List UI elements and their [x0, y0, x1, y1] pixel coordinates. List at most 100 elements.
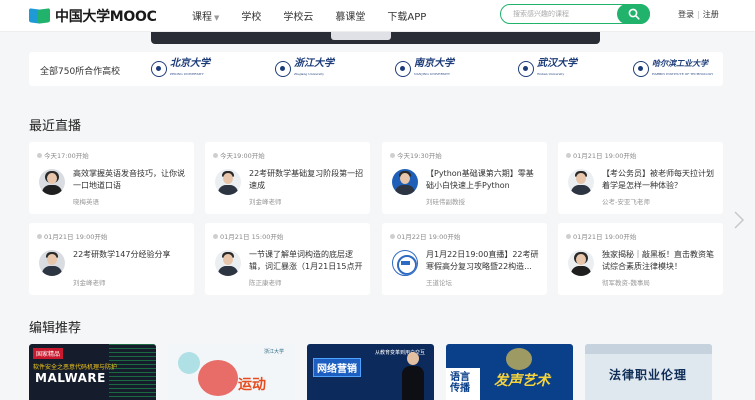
avatar	[39, 250, 65, 276]
pick-card[interactable]: 浙江大学 运动	[168, 344, 295, 400]
nav-item-schools[interactable]: 学校	[241, 8, 261, 23]
live-start-time: 今天19:00开始	[213, 150, 265, 160]
avatar	[215, 250, 241, 276]
live-author: 公考-安亚飞老师	[602, 198, 650, 206]
live-title: 高效掌握英语发音技巧，让你说一口地道口语	[73, 169, 185, 190]
live-card[interactable]: 01月22日 19:00开始 月1月22日19:00直播】22考研寒假高分复习攻…	[382, 223, 547, 295]
presenter-image	[402, 352, 424, 400]
live-start-time: 01月21日 19:00开始	[566, 231, 636, 241]
logo-text: 中国大学MOOC	[55, 9, 157, 25]
live-title: 一节课了解单词构造的底层逻辑，词汇暴涨（1月21日15点开	[249, 250, 363, 271]
code-background	[109, 344, 156, 400]
live-status-dot-icon	[37, 153, 42, 158]
live-status-dot-icon	[213, 153, 218, 158]
pick-card[interactable]: 法律职业伦理	[585, 344, 712, 400]
university-en-name: PEKING UNIVERSITY	[170, 72, 204, 76]
title-box: 语言传播	[446, 368, 480, 400]
university-badge: 浙江大学	[264, 349, 285, 355]
nav-item-school-cloud[interactable]: 学校云	[283, 8, 313, 23]
live-author: 陈正康老师	[249, 279, 282, 287]
pick-card[interactable]: 网络营销 从教育变革到用户交互	[307, 344, 434, 400]
university-logo-pku[interactable]: 北京大学 PEKING UNIVERSITY	[151, 58, 210, 78]
live-start-time: 01月22日 19:00开始	[390, 231, 460, 241]
live-card[interactable]: 01月21日 19:00开始 【考公务员】被老师每天拉计划着学是怎样一种体验？ …	[558, 142, 723, 214]
live-status-dot-icon	[390, 234, 395, 239]
avatar	[39, 169, 65, 195]
university-seal-icon	[395, 61, 411, 77]
partner-count-link[interactable]: 全部750所合作高校	[40, 64, 120, 77]
live-author: 王道论坛	[426, 279, 452, 287]
banner-highlight	[331, 32, 391, 40]
pick-title: 运动	[238, 377, 266, 393]
live-card[interactable]: 01月21日 19:00开始 22考研数学147分经验分享 刘金峰老师	[29, 223, 194, 295]
heart-illustration-icon	[198, 360, 238, 396]
live-start-time: 01月21日 19:00开始	[566, 150, 636, 160]
auth-separator: |	[697, 10, 700, 19]
university-logo-hit[interactable]: 哈尔滨工业大学 HARBIN INSTITUTE OF TECHNOLOGY	[633, 58, 714, 78]
university-en-name: HARBIN INSTITUTE OF TECHNOLOGY	[652, 72, 714, 76]
pick-card[interactable]: 语言传播 发声艺术	[446, 344, 573, 400]
banner-carousel[interactable]	[151, 32, 600, 44]
live-card[interactable]: 01月21日 15:00开始 一节课了解单词构造的底层逻辑，词汇暴涨（1月21日…	[205, 223, 370, 295]
live-status-dot-icon	[566, 234, 571, 239]
partner-universities-bar: 全部750所合作高校 北京大学 PEKING UNIVERSITY 浙江大学 Zhe…	[29, 52, 723, 86]
top-header: 中国大学MOOC 课程▼ 学校 学校云 慕课堂 下载APP 登录|注册	[0, 0, 755, 32]
decor-strip	[585, 344, 712, 354]
main-nav: 课程 ▼ 学校 学校云 慕课堂 下载APP	[192, 8, 448, 23]
site-logo[interactable]: 中国大学MOOC	[29, 6, 157, 26]
live-title: 【Python基础课第六期】零基础小白快速上手Python	[426, 169, 534, 190]
avatar	[392, 169, 418, 195]
pick-card[interactable]: 国家精品 软件安全之恶意代码机理与防护 MALWARE	[29, 344, 156, 400]
university-name: 北京大学	[170, 58, 210, 69]
live-title: 22考研数学147分经验分享	[73, 250, 171, 259]
chevron-down-icon: ▼	[214, 14, 220, 22]
search-button[interactable]	[617, 4, 650, 24]
live-card[interactable]: 今天19:30开始 【Python基础课第六期】零基础小白快速上手Python …	[382, 142, 547, 214]
live-status-dot-icon	[213, 234, 218, 239]
pick-title: 发声艺术	[494, 373, 550, 389]
featured-badge: 国家精品	[33, 348, 64, 359]
live-status-dot-icon	[566, 153, 571, 158]
university-en-name: Wuhan University	[537, 72, 565, 76]
live-title: 【考公务员】被老师每天拉计划着学是怎样一种体验？	[602, 169, 714, 190]
live-status-dot-icon	[390, 153, 395, 158]
pick-title: 网络营销	[313, 358, 361, 377]
live-start-time: 今天19:30开始	[390, 150, 442, 160]
live-card[interactable]: 01月21日 19:00开始 独家揭秘｜敲黑板！直击教资笔试综合素质注律模块！ …	[558, 223, 723, 295]
university-logo-whu[interactable]: 武汉大学 Wuhan University	[518, 58, 577, 78]
university-name: 武汉大学	[537, 58, 577, 69]
search-box	[500, 4, 650, 24]
login-link[interactable]: 登录	[678, 10, 694, 19]
university-seal-icon	[518, 61, 534, 77]
university-logo-nju[interactable]: 南京大学 NANJING UNIVERSITY	[395, 58, 454, 78]
live-card[interactable]: 今天19:00开始 22考研数学基础复习阶段第一招速成 刘金峰老师	[205, 142, 370, 214]
nav-item-download-app[interactable]: 下载APP	[387, 8, 426, 23]
university-seal-icon	[275, 61, 291, 77]
nav-item-courses[interactable]: 课程 ▼	[192, 8, 219, 23]
live-card[interactable]: 今天17:00开始 高效掌握英语发音技巧，让你说一口地道口语 晓梅英语	[29, 142, 194, 214]
live-author: 彻军教资-魏事局	[602, 279, 650, 287]
lightbulb-icon	[506, 348, 532, 370]
university-logo-zju[interactable]: 浙江大学 Zhejiang University	[275, 58, 334, 78]
register-link[interactable]: 注册	[703, 10, 719, 19]
pick-title: 法律职业伦理	[609, 368, 688, 382]
live-status-dot-icon	[37, 234, 42, 239]
pick-title: MALWARE	[35, 371, 106, 385]
section-title-live: 最近直播	[29, 119, 82, 134]
search-icon	[628, 8, 640, 20]
university-seal-icon	[151, 61, 167, 77]
nav-item-mooc-classroom[interactable]: 慕课堂	[335, 8, 365, 23]
live-title: 独家揭秘｜敲黑板！直击教资笔试综合素质注律模块！	[602, 250, 714, 271]
search-input[interactable]	[513, 8, 613, 20]
live-start-time: 01月21日 15:00开始	[213, 231, 283, 241]
avatar	[568, 250, 594, 276]
section-title-picks: 编辑推荐	[29, 321, 82, 336]
university-seal-icon	[633, 61, 649, 77]
live-start-time: 01月21日 19:00开始	[37, 231, 107, 241]
live-start-time: 今天17:00开始	[37, 150, 89, 160]
live-author: 刘硅伟副教授	[426, 198, 465, 206]
avatar	[392, 250, 418, 276]
auth-links: 登录 | 注册	[678, 9, 719, 20]
chevron-right-icon[interactable]	[732, 210, 746, 230]
pick-subtitle: 软件安全之恶意代码机理与防护	[33, 364, 118, 371]
